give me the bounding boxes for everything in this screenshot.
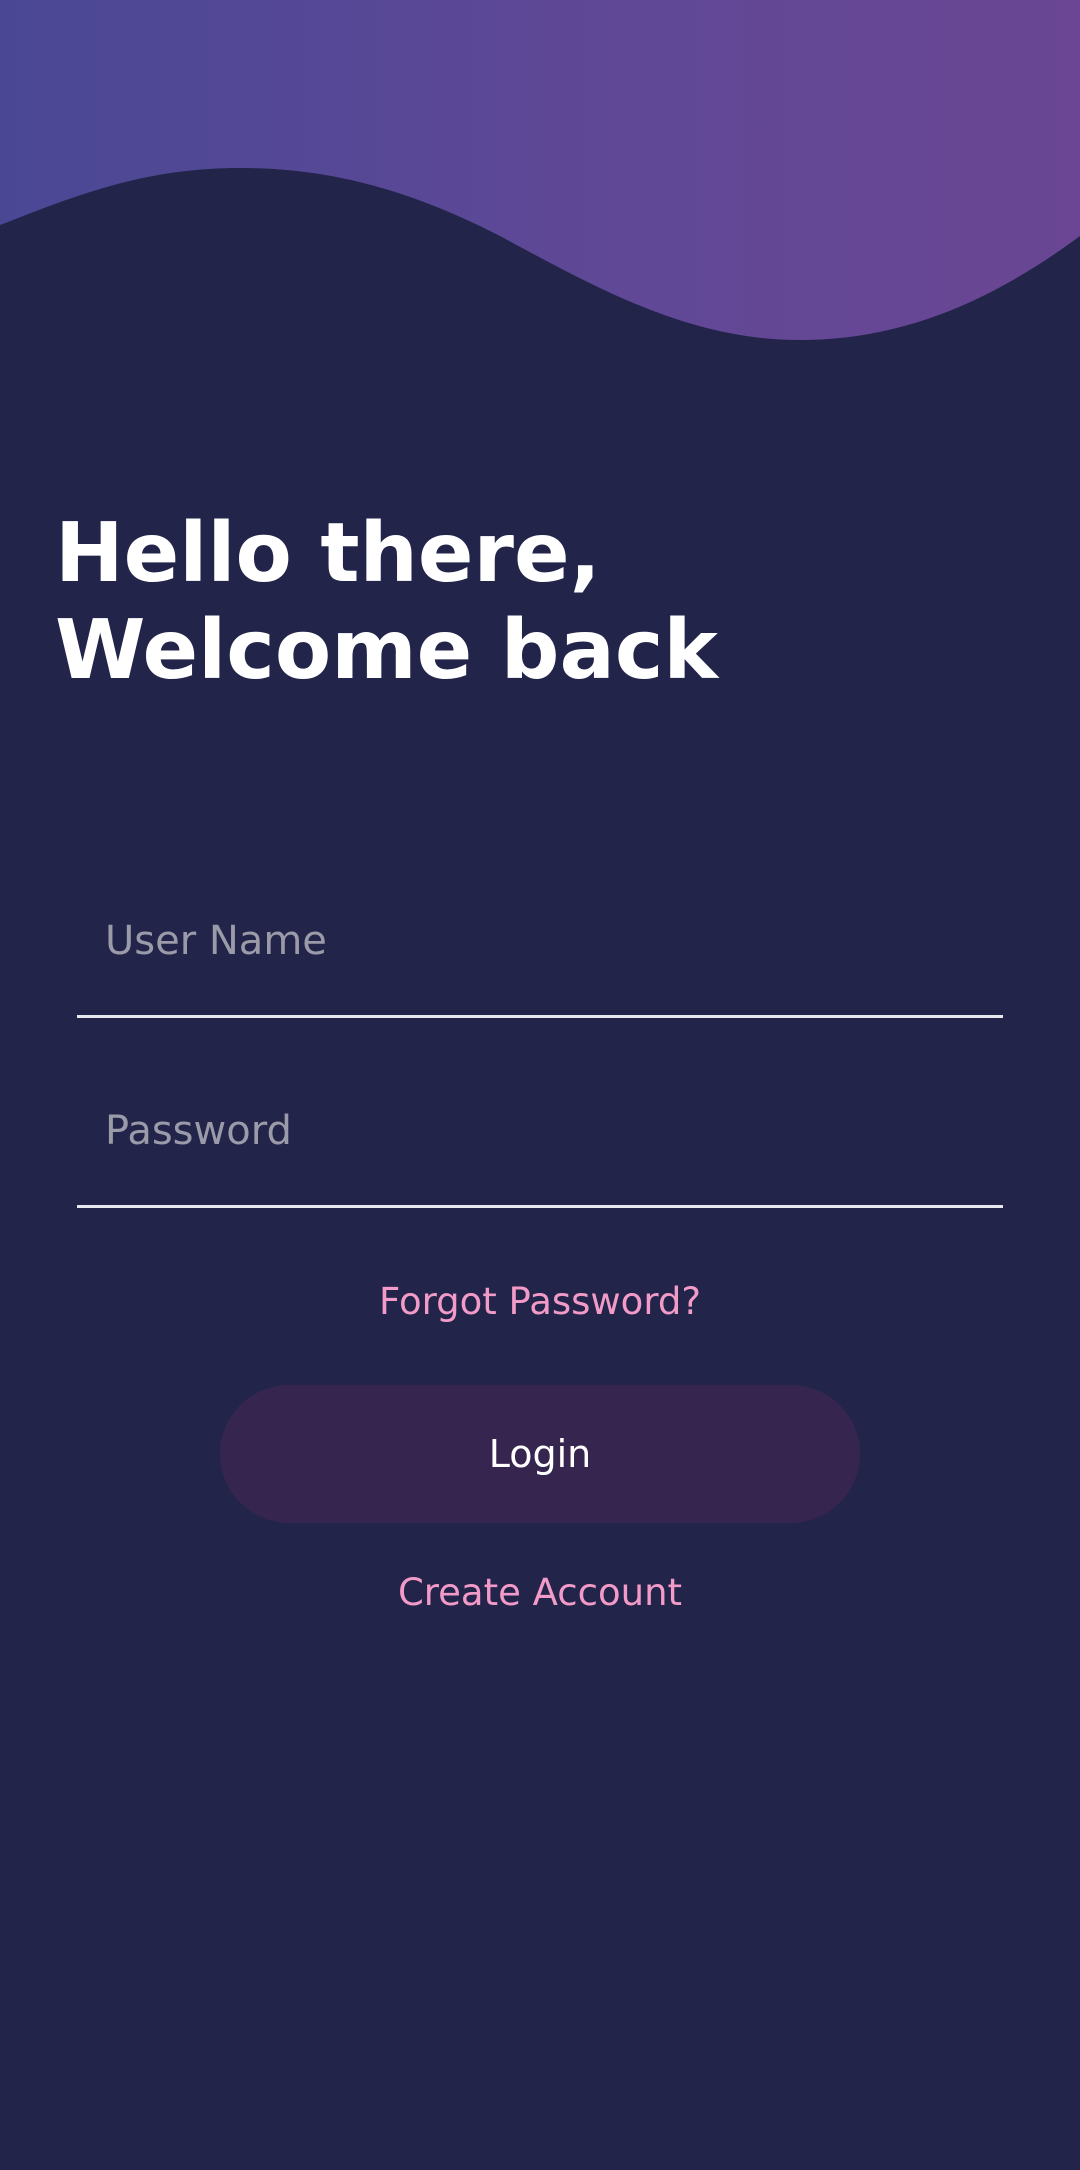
welcome-heading: Hello there, Welcome back [55, 505, 955, 699]
create-account-link[interactable]: Create Account [0, 1571, 1080, 1614]
welcome-heading-line1: Hello there, [55, 506, 601, 601]
username-field-container [77, 898, 1003, 1018]
password-field-container [77, 1088, 1003, 1208]
password-input[interactable] [105, 1088, 985, 1174]
login-screen: Hello there, Welcome back Forgot Passwor… [0, 0, 1080, 2170]
header-wave [0, 0, 1080, 340]
username-input[interactable] [105, 898, 985, 984]
welcome-heading-line2: Welcome back [55, 603, 718, 698]
forgot-password-link[interactable]: Forgot Password? [0, 1280, 1080, 1323]
login-button[interactable]: Login [220, 1385, 860, 1523]
